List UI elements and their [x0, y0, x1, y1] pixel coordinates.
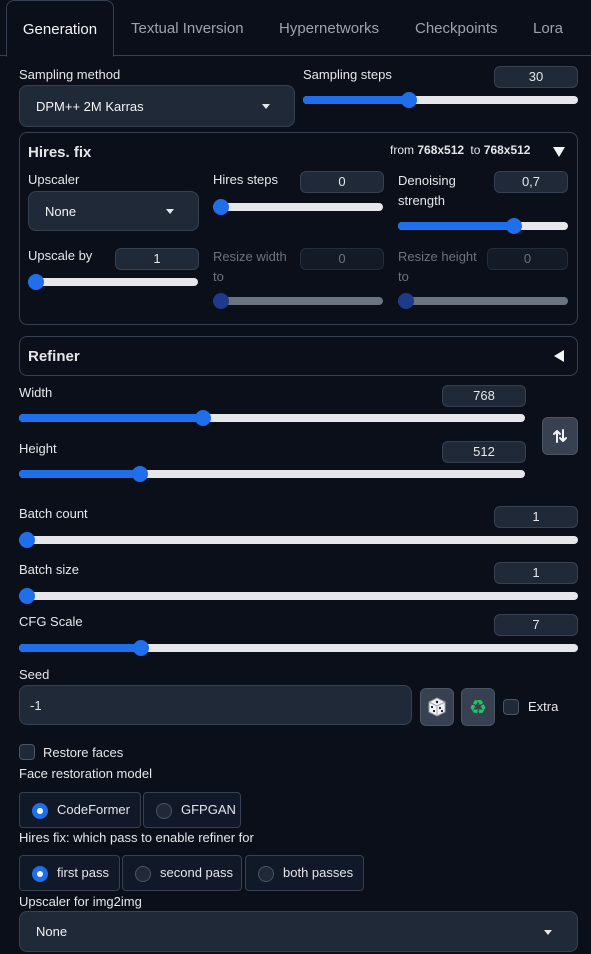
denoising-strength-label: Denoising strength [398, 173, 456, 208]
refiner-title: Refiner [28, 348, 80, 365]
to-size: 768x512 [483, 143, 531, 157]
chevron-down-icon [262, 104, 270, 109]
chevron-down-icon [166, 209, 174, 214]
img2img-upscaler-label: Upscaler for img2img [19, 894, 142, 909]
hires-steps-input[interactable]: 0 [300, 171, 384, 193]
restore-faces-label: Restore faces [43, 745, 124, 760]
extra-checkbox[interactable] [503, 699, 519, 715]
chevron-down-icon [544, 929, 552, 935]
upscale-by-input[interactable]: 1 [115, 248, 199, 270]
tab-label: Textual Inversion [131, 20, 244, 37]
radio-label: GFPGAN [181, 802, 236, 817]
resize-height-input: 0 [487, 248, 568, 270]
radio-first-pass[interactable]: first pass [19, 855, 120, 891]
radio-dot [135, 866, 151, 882]
height-slider[interactable] [19, 466, 525, 482]
face-restoration-model-label: Face restoration model [19, 766, 152, 781]
tab-bar: Generation Textual Inversion Hypernetwor… [0, 0, 591, 57]
width-label: Width [19, 385, 53, 400]
radio-second-pass[interactable]: second pass [122, 855, 242, 891]
radio-dot [32, 866, 48, 882]
seed-value: -1 [30, 698, 42, 713]
height-label: Height [19, 441, 57, 456]
swap-dimensions-button[interactable] [542, 417, 578, 455]
seed-input[interactable]: -1 [19, 685, 412, 725]
upscaler-value: None [45, 203, 77, 219]
batch-count-input[interactable]: 1 [494, 506, 578, 528]
sampling-steps-slider[interactable] [303, 92, 578, 108]
denoising-strength-input[interactable]: 0,7 [494, 171, 568, 193]
hires-steps-slider[interactable] [213, 199, 383, 215]
sampling-method-label: Sampling method [19, 67, 121, 82]
recycle-icon: ♻ [469, 695, 487, 719]
cfg-scale-slider[interactable] [19, 640, 578, 656]
sampling-steps-input[interactable]: 30 [494, 66, 578, 88]
from-size: 768x512 [417, 143, 465, 157]
upscale-by-slider[interactable] [28, 274, 198, 290]
cfg-scale-label: CFG Scale [19, 614, 83, 629]
width-slider[interactable] [19, 410, 525, 426]
resize-width-label: Resize width to [213, 249, 287, 284]
radio-gfpgan[interactable]: GFPGAN [143, 792, 241, 828]
tab-generation[interactable]: Generation [6, 0, 114, 57]
batch-count-label: Batch count [19, 506, 88, 521]
upscaler-label: Upscaler [28, 172, 80, 187]
sampling-method-dropdown[interactable]: DPM++ 2M Karras [19, 85, 295, 127]
radio-codeformer[interactable]: CodeFormer [19, 792, 141, 828]
resize-width-slider [213, 293, 383, 309]
img2img-upscaler-dropdown[interactable]: None [19, 911, 578, 952]
reuse-seed-button[interactable]: ♻ [461, 688, 495, 726]
tab-label: Generation [22, 21, 98, 38]
tab-lora[interactable]: Lora [533, 0, 563, 57]
batch-size-slider[interactable] [19, 588, 578, 604]
batch-size-input[interactable]: 1 [494, 562, 578, 584]
batch-size-label: Batch size [19, 562, 79, 577]
refiner-pass-label: Hires fix: which pass to enable refiner … [19, 830, 254, 845]
radio-dot [156, 803, 172, 819]
sampling-steps-label: Sampling steps [303, 67, 392, 82]
radio-both-passes[interactable]: both passes [245, 855, 364, 891]
scrollbar[interactable] [586, 56, 591, 954]
tab-checkpoints[interactable]: Checkpoints [415, 0, 498, 57]
height-input[interactable]: 512 [442, 441, 526, 463]
random-seed-button[interactable] [420, 688, 454, 726]
hires-steps-label: Hires steps [213, 172, 279, 187]
seed-label: Seed [19, 667, 50, 682]
tab-textual-inversion[interactable]: Textual Inversion [131, 0, 244, 57]
radio-dot [258, 866, 274, 882]
hires-fix-size-info: from 768x512 to 768x512 [390, 143, 530, 157]
batch-count-slider[interactable] [19, 532, 578, 548]
resize-height-label: Resize height to [398, 249, 477, 284]
radio-label: second pass [160, 865, 233, 880]
swap-arrows-icon [553, 429, 567, 443]
img2img-upscaler-value: None [36, 924, 68, 939]
radio-label: CodeFormer [57, 802, 130, 817]
sampling-method-value: DPM++ 2M Karras [36, 98, 144, 114]
radio-label: first pass [57, 865, 110, 880]
tab-label: Checkpoints [415, 20, 498, 37]
tab-label: Lora [533, 20, 564, 37]
upscaler-dropdown[interactable]: None [28, 191, 199, 231]
expand-triangle-icon[interactable] [554, 350, 564, 362]
resize-height-slider [398, 293, 568, 309]
tab-label: Hypernetworks [279, 20, 380, 37]
cfg-scale-input[interactable]: 7 [494, 614, 578, 636]
collapse-triangle-icon[interactable] [553, 147, 565, 157]
radio-label: both passes [283, 865, 354, 880]
denoising-strength-slider[interactable] [398, 218, 568, 234]
to-prefix: to [470, 143, 481, 157]
extra-label: Extra [528, 699, 559, 714]
resize-width-input: 0 [300, 248, 384, 270]
restore-faces-checkbox[interactable] [19, 744, 35, 760]
tab-hypernetworks[interactable]: Hypernetworks [279, 0, 379, 57]
from-prefix: from [390, 143, 414, 157]
refiner-accordion[interactable] [19, 336, 578, 376]
radio-dot [32, 803, 48, 819]
upscale-by-label: Upscale by [28, 248, 93, 263]
hires-fix-title[interactable]: Hires. fix [28, 144, 91, 161]
dice-icon [428, 697, 446, 717]
width-input[interactable]: 768 [442, 385, 526, 407]
